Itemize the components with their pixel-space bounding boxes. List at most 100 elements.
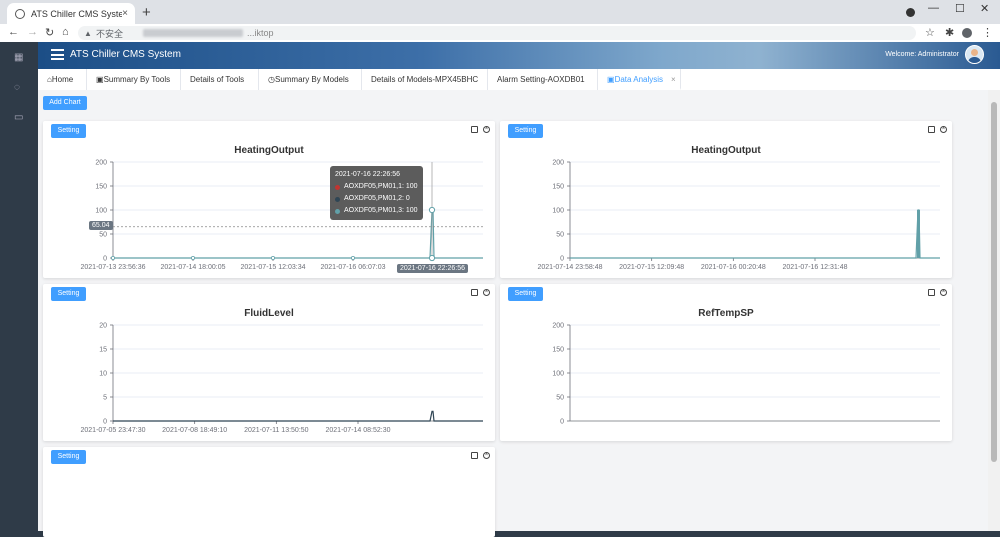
x-tick-label: 2021-07-11 13:50:50	[244, 427, 309, 434]
home-icon[interactable]: ⌂	[62, 26, 69, 38]
y-tick-label: 50	[556, 232, 564, 239]
setting-button[interactable]: Setting	[51, 450, 86, 464]
tooltip-time: 2021-07-16 22:26:56	[335, 171, 400, 178]
browser-tab[interactable]: ATS Chiller CMS System v1.0 ×	[7, 3, 135, 24]
series-line	[113, 410, 483, 422]
url-path: ...iktop	[247, 28, 274, 38]
maximize-button[interactable]: ☐	[955, 2, 965, 15]
x-tick-label: 2021-07-15 12:09:48	[619, 264, 684, 271]
back-icon[interactable]: ←	[8, 26, 19, 38]
data-point	[190, 255, 195, 260]
browser-tabstrip: ATS Chiller CMS System v1.0 × + — ☐ ✕	[0, 0, 1000, 24]
tab-data-analysis[interactable]: ▣Data Analysis ×	[598, 69, 681, 90]
highlight-point	[428, 206, 436, 214]
app-header: ATS Chiller CMS System Welcome: Administ…	[38, 42, 1000, 69]
chart-svg: 0 50 100 150 200	[552, 323, 940, 426]
address-bar[interactable]: ▲ 不安全 ...iktop	[78, 26, 916, 40]
tab-details-of-models[interactable]: Details of Models-MPX45BHC	[362, 69, 488, 90]
tab-summary-by-models[interactable]: ◷Summary By Models	[259, 69, 362, 90]
chart-svg: 0 5 10 15 20 2021-07-05 23:47:30 2021-07-08 18…	[81, 323, 483, 434]
tab-home[interactable]: ⌂Home	[38, 69, 87, 90]
x-tick-label: 2021-07-08 18:49:10	[162, 427, 227, 434]
account-icon[interactable]	[962, 28, 972, 38]
x-tick-label: 2021-07-05 23:47:30	[81, 427, 146, 434]
tooltip-row: AOXDF05,PM01,2: 0	[335, 193, 418, 205]
series-spike	[917, 210, 920, 258]
x-tick-label: 2021-07-14 08:52:30	[326, 427, 391, 434]
highlight-point	[428, 254, 436, 262]
data-point	[111, 255, 116, 260]
chart-icon: ▣	[607, 75, 615, 84]
y-tick-label: 150	[552, 347, 564, 354]
y-tick-label: 100	[95, 208, 107, 215]
warning-icon: ▲	[84, 29, 92, 38]
app-title: ATS Chiller CMS System	[70, 49, 181, 60]
welcome-text: Welcome: Administrator	[885, 51, 959, 58]
y-tick-label: 100	[552, 371, 564, 378]
x-tick-label: 2021-07-14 18:00:05	[161, 264, 226, 271]
chart-panel: Setting × HeatingOutput 0 50 100 150 200 2021…	[43, 121, 495, 278]
tooltip-row: AOXDF05,PM01,3: 100	[335, 205, 418, 217]
x-tick-label: 2021-07-16 06:07:03	[321, 264, 386, 271]
favicon-icon	[15, 8, 25, 19]
clock-icon: ◷	[268, 75, 275, 84]
y-tick-label: 50	[99, 232, 107, 239]
y-tick-label: 20	[99, 323, 107, 330]
y-tick-label: 5	[103, 395, 107, 402]
menu-toggle-icon[interactable]	[51, 49, 64, 60]
x-tick-label: 2021-07-14 23:58:48	[538, 264, 603, 271]
close-icon[interactable]: ×	[483, 452, 490, 459]
grid-icon[interactable]: ▦	[14, 52, 25, 63]
tab-summary-by-tools[interactable]: ▣Summary By Tools	[87, 69, 181, 90]
page-tabs: ⌂Home ▣Summary By Tools Details of Tools…	[38, 69, 1000, 91]
tooltip-row: AOXDF05,PM01,1: 100	[335, 181, 418, 193]
y-tick-label: 200	[552, 160, 564, 167]
y-tick-label: 200	[95, 160, 107, 167]
chart-panel: Setting × RefTempSP 0 50 100 150 200	[500, 284, 952, 441]
tab-details-of-tools[interactable]: Details of Tools	[181, 69, 259, 90]
add-chart-button[interactable]: Add Chart	[43, 96, 87, 110]
forward-icon[interactable]: →	[27, 26, 38, 38]
y-tick-label: 0	[103, 256, 107, 263]
new-tab-button[interactable]: +	[142, 4, 151, 21]
x-tick-label: 2021-07-16 12:31:48	[783, 264, 848, 271]
close-tab-icon[interactable]: ×	[122, 8, 128, 19]
circle-icon[interactable]: ◌	[14, 82, 25, 93]
url-host	[143, 29, 244, 37]
menu-dots-icon[interactable]: ⋮	[982, 26, 993, 39]
monitor-icon[interactable]: ▭	[14, 112, 25, 123]
extensions-icon[interactable]: ✱	[945, 26, 954, 39]
insecure-label: 不安全	[96, 28, 124, 39]
scrollbar[interactable]	[988, 90, 1000, 531]
bookmark-star-icon[interactable]: ☆	[925, 26, 935, 39]
data-point	[270, 255, 275, 260]
close-tab-icon[interactable]: ×	[671, 75, 676, 84]
x-pointer-label: 2021-07-16 22:26:56	[397, 264, 468, 273]
chart-svg: 0 50 100 150 200 2021-07-14 23:58:48 2021-07-1…	[538, 160, 940, 271]
browser-tab-title: ATS Chiller CMS System v1.0	[31, 8, 123, 19]
chart-panel: Setting × HeatingOutput 0 50 100 150 200 2021…	[500, 121, 952, 278]
y-tick-label: 0	[560, 419, 564, 426]
main-content: Add Chart Setting × HeatingOutput 0 50 100…	[38, 90, 988, 537]
copy-icon[interactable]	[471, 452, 478, 459]
sidebar: ▦ ◌ ▭	[0, 42, 38, 531]
x-tick-label: 2021-07-15 12:03:34	[241, 264, 306, 271]
profile-icon[interactable]	[906, 8, 915, 17]
chart-panel: Setting × FluidLevel 0 5 10 15 20 2021-07-05 …	[43, 284, 495, 441]
y-tick-label: 15	[99, 347, 107, 354]
scrollbar-thumb[interactable]	[991, 102, 997, 462]
chart-icon: ▣	[96, 75, 104, 84]
y-tick-label: 200	[552, 323, 564, 330]
avatar[interactable]	[965, 45, 984, 64]
reload-icon[interactable]: ↻	[45, 26, 54, 39]
chart-panel: Setting ×	[43, 447, 495, 537]
x-tick-label: 2021-07-16 00:20:48	[701, 264, 766, 271]
y-tick-label: 100	[552, 208, 564, 215]
tab-alarm-setting[interactable]: Alarm Setting-AOXDB01	[488, 69, 598, 90]
y-tick-label: 50	[556, 395, 564, 402]
chart-tooltip: 2021-07-16 22:26:56 AOXDF05,PM01,1: 100 …	[330, 166, 423, 220]
close-window-button[interactable]: ✕	[980, 2, 989, 15]
minimize-button[interactable]: —	[928, 2, 939, 14]
y-tick-label: 10	[99, 371, 107, 378]
y-tick-label: 0	[560, 256, 564, 263]
